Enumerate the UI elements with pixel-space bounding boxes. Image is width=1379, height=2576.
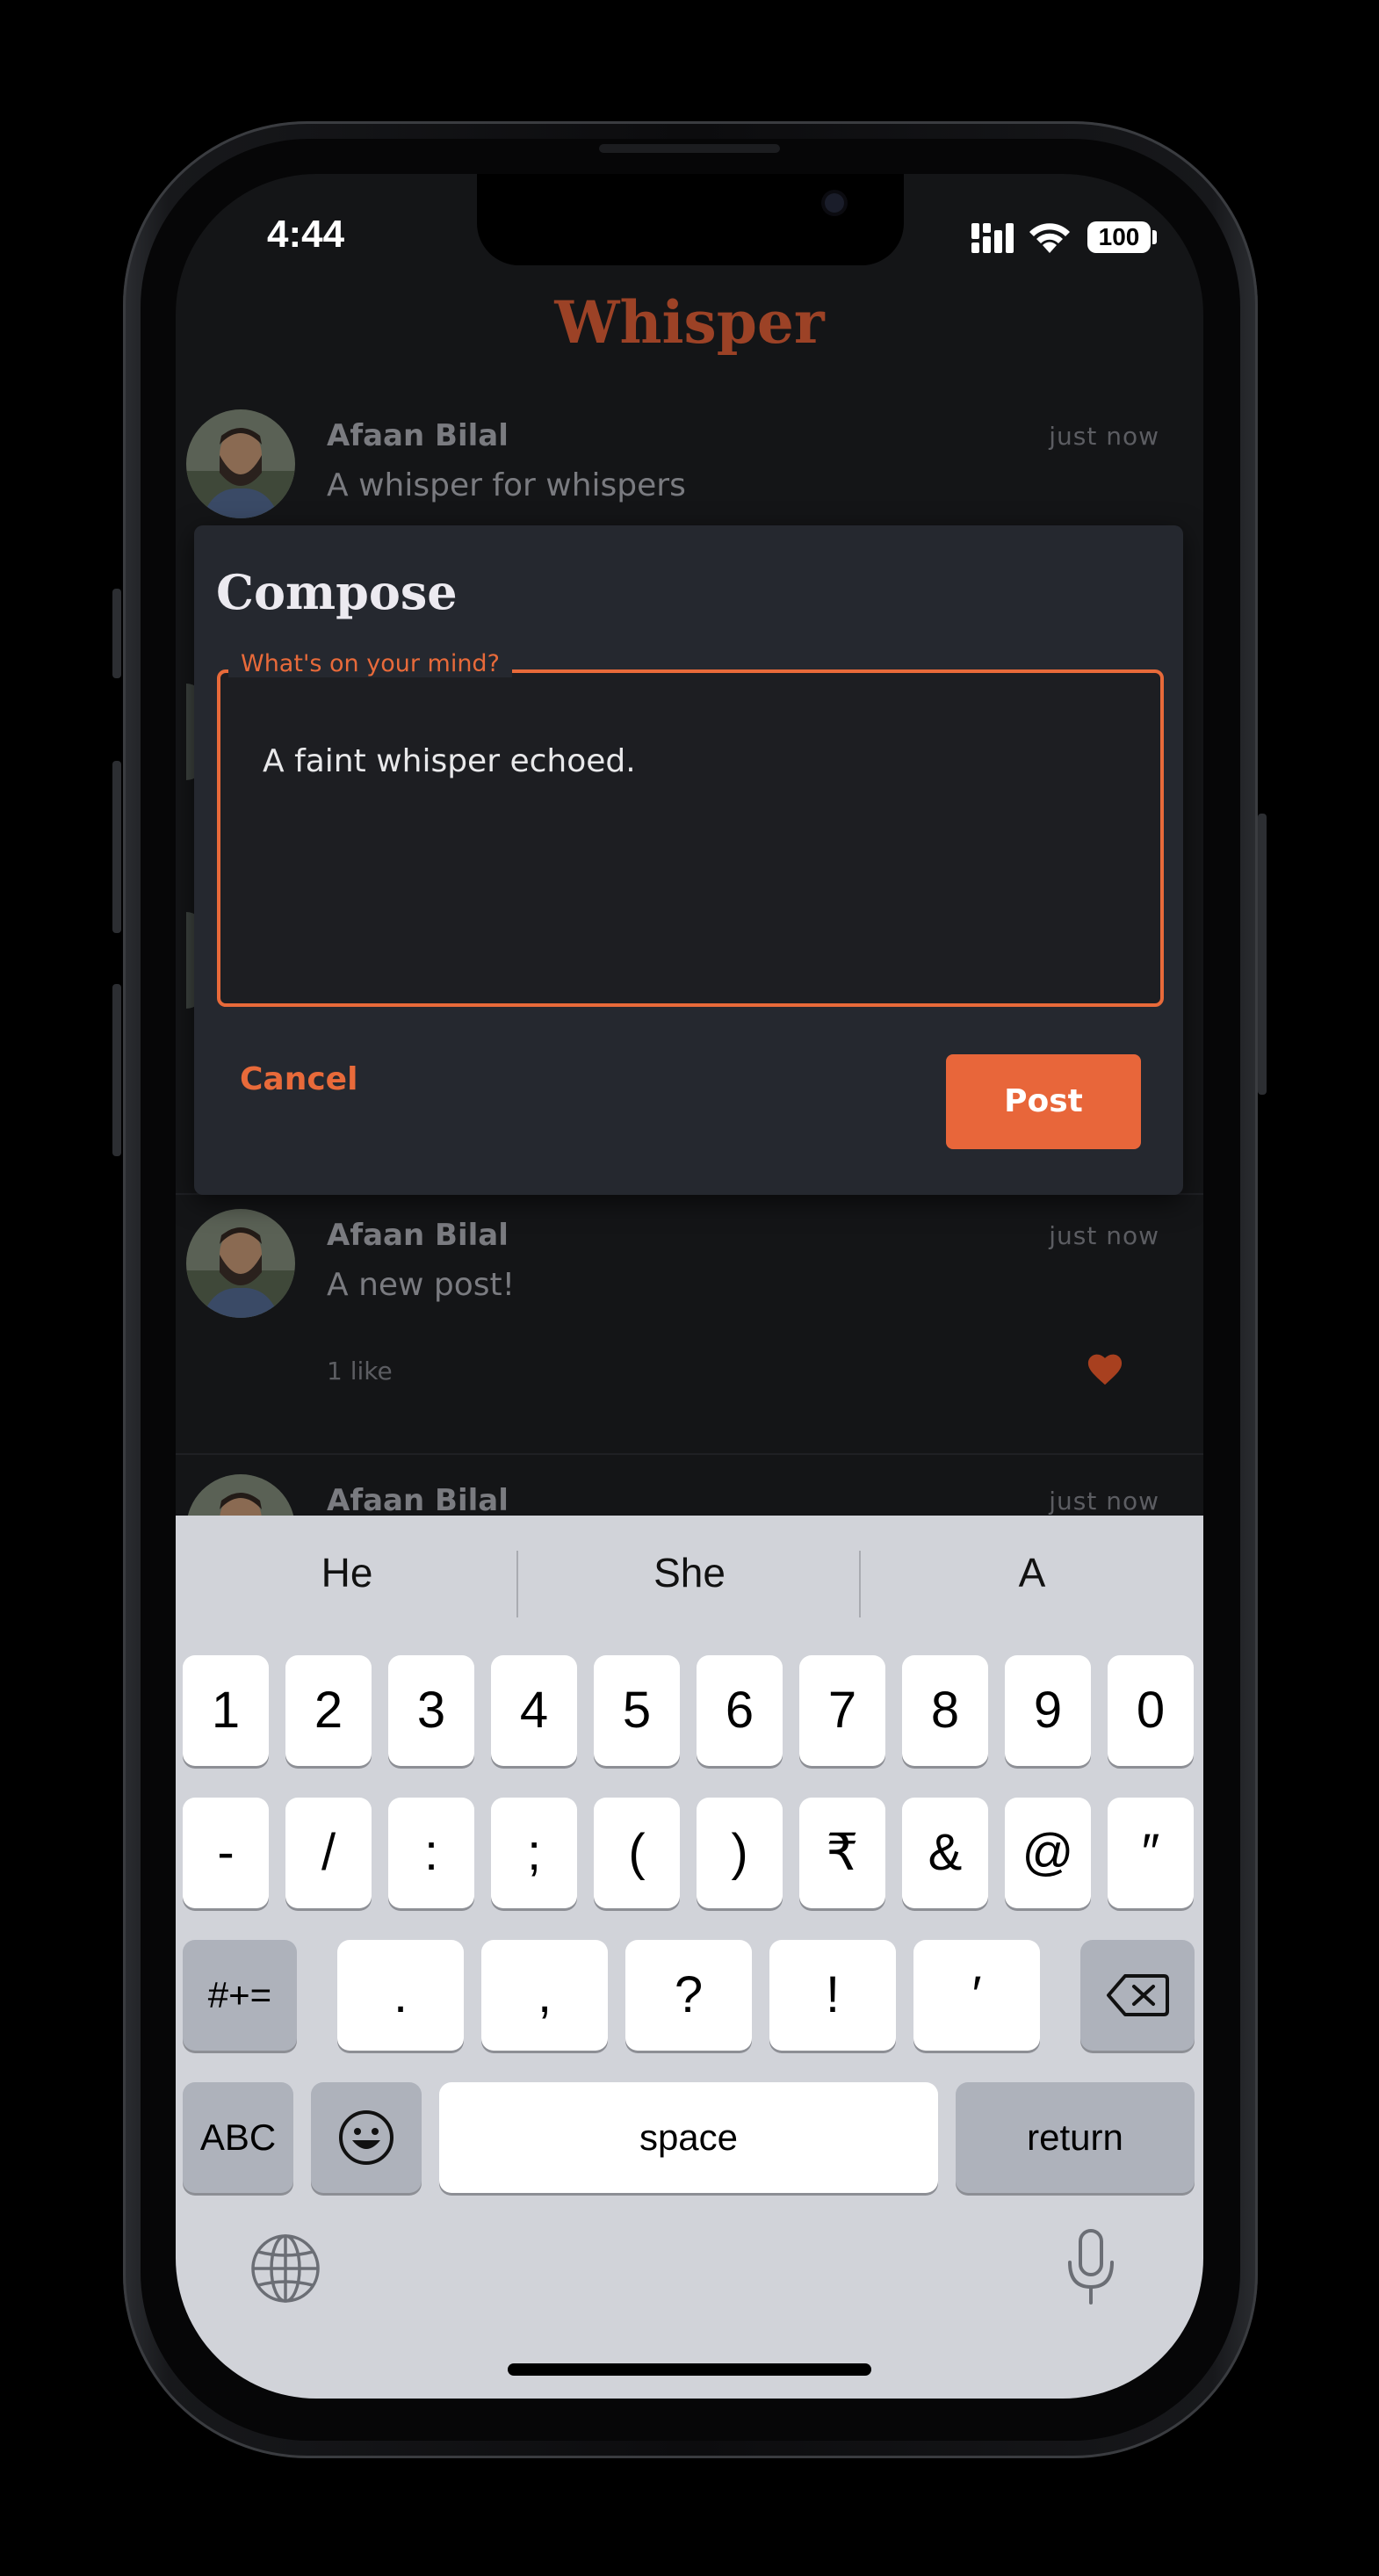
- avatar[interactable]: [186, 409, 295, 518]
- key-colon[interactable]: :: [388, 1798, 474, 1908]
- avatar[interactable]: [186, 1474, 295, 1516]
- app-title: Whisper: [554, 288, 825, 357]
- cellular-signal-icon: [971, 223, 1014, 253]
- space-key[interactable]: space: [439, 2082, 938, 2193]
- key-close-paren[interactable]: ): [697, 1798, 783, 1908]
- dialog-title: Compose: [216, 564, 458, 620]
- return-key[interactable]: return: [956, 2082, 1195, 2193]
- screen: 4:44 100 Whisper Afaan Bilal just now A …: [176, 174, 1203, 2399]
- key-exclamation[interactable]: !: [769, 1940, 896, 2051]
- post-text-label: What's on your mind?: [228, 650, 512, 677]
- key-ampersand[interactable]: &: [902, 1798, 988, 1908]
- emoji-key[interactable]: [311, 2082, 422, 2193]
- divider: [176, 1453, 1203, 1455]
- power-button: [1258, 814, 1267, 1095]
- post-text-field[interactable]: A faint whisper echoed.: [217, 669, 1164, 1007]
- key-open-paren[interactable]: (: [594, 1798, 680, 1908]
- key-0[interactable]: 0: [1108, 1655, 1194, 1766]
- home-indicator[interactable]: [508, 2363, 871, 2376]
- microphone-icon[interactable]: [1065, 2227, 1117, 2308]
- battery-icon: 100: [1087, 221, 1151, 253]
- post-item[interactable]: Afaan Bilal just now A new post! 1 like: [176, 1209, 1203, 1446]
- key-apostrophe[interactable]: ′: [913, 1940, 1040, 2051]
- notch: [477, 174, 904, 265]
- key-question[interactable]: ?: [625, 1940, 752, 2051]
- key-slash[interactable]: /: [285, 1798, 372, 1908]
- post-time: just now: [1049, 422, 1159, 451]
- delete-key[interactable]: [1080, 1940, 1195, 2051]
- key-9[interactable]: 9: [1005, 1655, 1091, 1766]
- key-4[interactable]: 4: [491, 1655, 577, 1766]
- cancel-button[interactable]: Cancel: [240, 1061, 357, 1097]
- heart-icon[interactable]: [1086, 1351, 1124, 1386]
- key-2[interactable]: 2: [285, 1655, 372, 1766]
- key-3[interactable]: 3: [388, 1655, 474, 1766]
- mute-switch: [112, 589, 121, 678]
- key-semicolon[interactable]: ;: [491, 1798, 577, 1908]
- post-author: Afaan Bilal: [327, 1218, 509, 1253]
- backspace-icon: [1107, 1974, 1169, 2016]
- avatar[interactable]: [186, 1209, 295, 1318]
- post-likes: 1 like: [327, 1357, 393, 1386]
- post-item[interactable]: Afaan Bilal just now A whisper for whisp…: [176, 409, 1203, 525]
- post-author: Afaan Bilal: [327, 418, 509, 453]
- post-time: just now: [1049, 1487, 1159, 1516]
- key-period[interactable]: .: [337, 1940, 464, 2051]
- key-symbols-toggle[interactable]: #+=: [183, 1940, 297, 2051]
- suggestion-2[interactable]: She: [518, 1549, 861, 1596]
- key-8[interactable]: 8: [902, 1655, 988, 1766]
- post-text: A new post!: [327, 1267, 516, 1303]
- post-time: just now: [1049, 1221, 1159, 1250]
- wifi-icon: [1029, 223, 1070, 253]
- key-1[interactable]: 1: [183, 1655, 269, 1766]
- post-item[interactable]: Afaan Bilal just now: [176, 1474, 1203, 1516]
- post-text: A whisper for whispers: [327, 467, 686, 503]
- volume-down-button: [112, 984, 121, 1156]
- post-text-value[interactable]: A faint whisper echoed.: [263, 743, 636, 779]
- suggestion-3[interactable]: A: [861, 1549, 1203, 1596]
- emoji-icon: [339, 2110, 393, 2165]
- key-6[interactable]: 6: [697, 1655, 783, 1766]
- keyboard: He She A 1 2 3 4 5 6 7 8 9 0 - / : ; ( )…: [176, 1516, 1203, 2399]
- compose-dialog: Compose A faint whisper echoed. What's o…: [194, 525, 1183, 1195]
- key-hyphen[interactable]: -: [183, 1798, 269, 1908]
- key-abc[interactable]: ABC: [183, 2082, 293, 2193]
- status-time: 4:44: [267, 213, 345, 256]
- post-button[interactable]: Post: [946, 1054, 1141, 1149]
- post-author: Afaan Bilal: [327, 1483, 509, 1516]
- camera: [825, 193, 844, 213]
- speaker-grille: [599, 144, 780, 153]
- key-7[interactable]: 7: [799, 1655, 885, 1766]
- suggestion-1[interactable]: He: [176, 1549, 518, 1596]
- key-5[interactable]: 5: [594, 1655, 680, 1766]
- volume-up-button: [112, 761, 121, 933]
- key-quote[interactable]: ″: [1108, 1798, 1194, 1908]
- globe-icon[interactable]: [249, 2232, 321, 2305]
- key-comma[interactable]: ,: [481, 1940, 608, 2051]
- battery-tip: [1152, 230, 1157, 244]
- key-at[interactable]: @: [1005, 1798, 1091, 1908]
- key-rupee[interactable]: ₹: [799, 1798, 885, 1908]
